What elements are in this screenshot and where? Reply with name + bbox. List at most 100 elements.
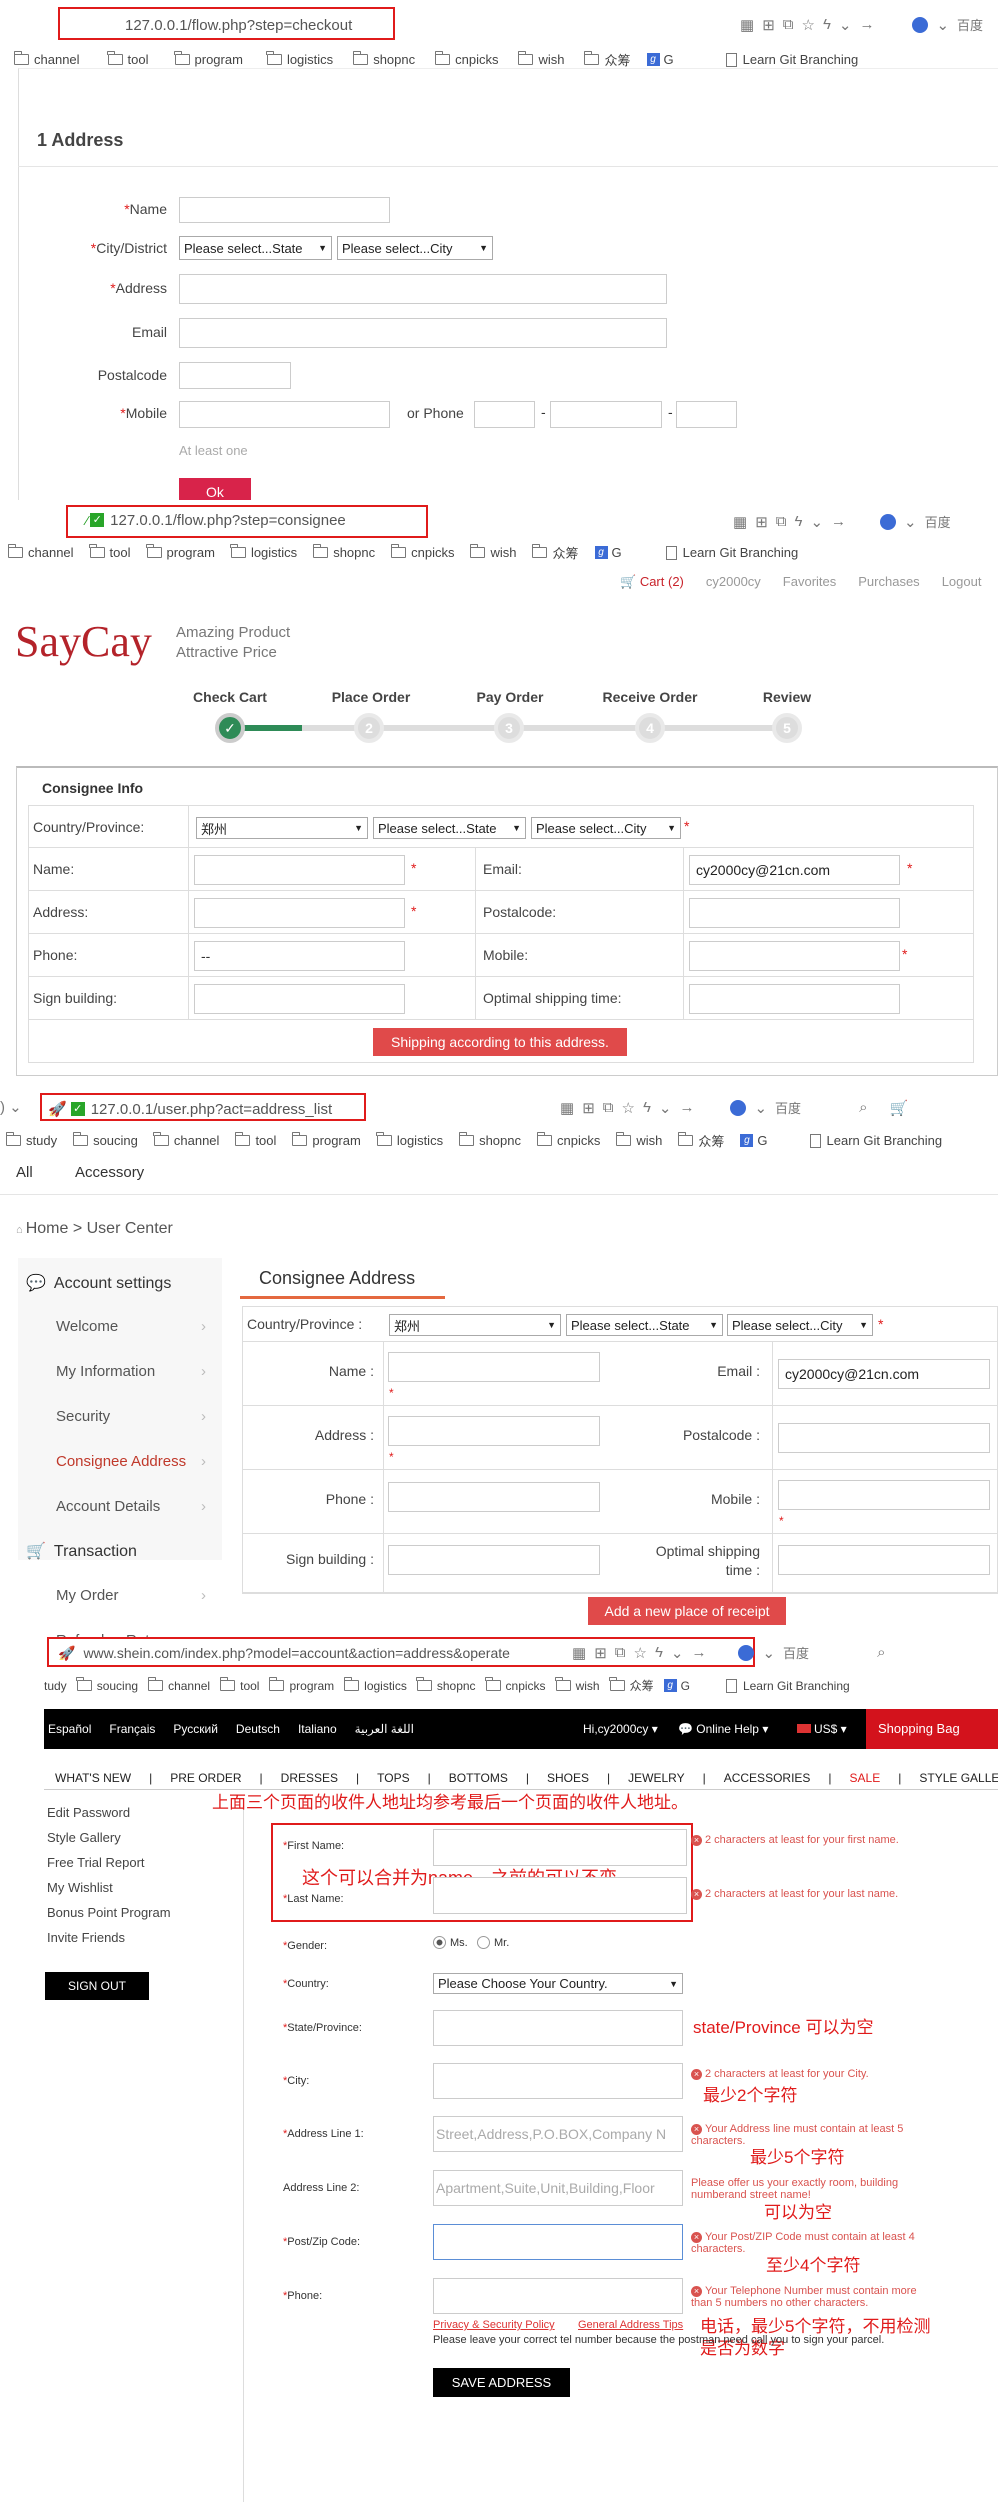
city-select[interactable]: Please select...City (337, 236, 493, 260)
name-input[interactable] (194, 855, 405, 885)
bookmark-tool[interactable]: tool (107, 51, 149, 67)
bookmark-tool[interactable]: tool (89, 544, 131, 560)
menu-pre-order[interactable]: PRE ORDER (170, 1771, 241, 1785)
forward-icon[interactable]: → (691, 1644, 706, 1661)
bookmark-logistics[interactable]: logistics (343, 1677, 407, 1693)
menu-jewelry[interactable]: JEWELRY (628, 1771, 684, 1785)
state-select[interactable]: Please select...State (373, 817, 526, 839)
bookmark-logistics[interactable]: logistics (376, 1132, 443, 1148)
phone-number-input[interactable] (550, 401, 662, 428)
postal-input[interactable] (179, 362, 291, 389)
zip-input[interactable] (433, 2224, 683, 2260)
sidebar-item-security[interactable]: Security › (56, 1408, 206, 1425)
account-menu[interactable]: Hi,cy2000cy ▾ (583, 1722, 658, 1736)
bookmark-tool[interactable]: tool (219, 1677, 259, 1693)
bolt-icon[interactable]: ϟ (655, 1644, 663, 1661)
chevron-down-icon[interactable]: ⌄ (839, 16, 852, 34)
bookmark-learn-git[interactable]: Learn Git Branching (725, 1678, 850, 1693)
bookmark-g[interactable]: gG (663, 1679, 690, 1693)
sidebar-item-consignee-address[interactable]: Consignee Address › (56, 1453, 206, 1470)
menu-dresses[interactable]: DRESSES (281, 1771, 338, 1785)
online-help[interactable]: 💬 Online Help ▾ (678, 1722, 768, 1736)
state-select[interactable]: Please select...State (179, 236, 332, 260)
state-select[interactable]: Please select...State (566, 1314, 723, 1336)
bookmark-g[interactable]: gG (594, 545, 622, 560)
country-select[interactable]: Please Choose Your Country. (433, 1973, 683, 1994)
search-engine-icon[interactable] (730, 1099, 747, 1116)
qr-icon[interactable]: ▦ (740, 16, 754, 34)
chevron-down-icon[interactable]: ⌄ (671, 1644, 684, 1662)
bookmark-zhongchou[interactable]: 众筹 (609, 1677, 654, 1694)
bookmark-cnpicks[interactable]: cnpicks (485, 1677, 546, 1693)
mobile-input[interactable] (179, 401, 390, 428)
reader-icon[interactable]: ⊞ (755, 513, 768, 531)
chevron-down-icon[interactable]: ⌄ (754, 1099, 767, 1117)
star-icon[interactable]: ☆ (621, 1099, 634, 1117)
star-icon[interactable]: ☆ (633, 1644, 646, 1662)
bookmark-study[interactable]: tudy (44, 1679, 67, 1693)
sign-building-input[interactable] (194, 984, 405, 1014)
sidebar-item-welcome[interactable]: Welcome › (56, 1318, 206, 1335)
bookmark-shopnc[interactable]: shopnc (416, 1677, 476, 1693)
cart-link[interactable]: 🛒 Cart (2) (620, 574, 684, 590)
state-input[interactable] (433, 2010, 683, 2046)
menu-tops[interactable]: TOPS (377, 1771, 409, 1785)
add-address-button[interactable]: Add a new place of receipt (588, 1597, 786, 1625)
address-line1-input[interactable]: Street,Address,P.O.BOX,Company N (433, 2116, 683, 2152)
bolt-icon[interactable]: ϟ (823, 16, 831, 33)
bookmark-program[interactable]: program (268, 1677, 334, 1693)
reader-icon[interactable]: ⊞ (762, 16, 775, 34)
name-input[interactable] (388, 1352, 600, 1382)
bookmark-wish[interactable]: wish (469, 544, 516, 560)
last-name-input[interactable] (433, 1877, 687, 1914)
bookmark-soucing[interactable]: soucing (76, 1677, 138, 1693)
search-icon[interactable]: ⌕ (859, 1099, 867, 1116)
sidebar-item-my-order[interactable]: My Order › (56, 1587, 206, 1604)
side-link-invite[interactable]: Invite Friends (47, 1930, 125, 1945)
side-link-bonus[interactable]: Bonus Point Program (47, 1905, 171, 1920)
phone-ext-input[interactable] (676, 401, 737, 428)
bookmark-wish[interactable]: wish (615, 1132, 662, 1148)
lang-ar[interactable]: اللغة العربية (355, 1722, 414, 1736)
address-input[interactable] (194, 898, 405, 928)
breadcrumb-text[interactable]: Home > User Center (26, 1220, 173, 1237)
lang-fr[interactable]: Français (109, 1722, 155, 1736)
back-chevron[interactable]: ) ⌄ (0, 1098, 22, 1116)
screenshot-icon[interactable]: ⧉ (776, 513, 787, 530)
lang-it[interactable]: Italiano (298, 1722, 337, 1736)
address-line2-input[interactable]: Apartment,Suite,Unit,Building,Floor (433, 2170, 683, 2206)
search-icon[interactable]: ⌕ (877, 1644, 885, 1661)
menu-shoes[interactable]: SHOES (547, 1771, 589, 1785)
save-address-button[interactable]: SAVE ADDRESS (433, 2368, 570, 2397)
bookmark-wish[interactable]: wish (555, 1677, 600, 1693)
city-input[interactable] (433, 2063, 683, 2099)
screenshot-icon[interactable]: ⧉ (603, 1099, 614, 1116)
address-input[interactable] (388, 1416, 600, 1446)
shipping-button[interactable]: Shipping according to this address. (373, 1028, 627, 1056)
bookmark-channel[interactable]: channel (7, 544, 74, 560)
side-link-free-trial[interactable]: Free Trial Report (47, 1855, 145, 1870)
bookmark-zhongchou[interactable]: 众筹 (583, 50, 631, 69)
qr-icon[interactable]: ▦ (733, 513, 747, 531)
logout-link[interactable]: Logout (942, 574, 982, 590)
postal-input[interactable] (778, 1423, 990, 1453)
bookmark-learn-git[interactable]: Learn Git Branching (809, 1133, 942, 1148)
email-input[interactable]: cy2000cy@21cn.com (778, 1359, 990, 1389)
bolt-icon[interactable]: ϟ (643, 1099, 651, 1116)
address-tips-link[interactable]: General Address Tips (578, 2319, 683, 2331)
chevron-down-icon[interactable]: ⌄ (762, 1644, 775, 1662)
gender-ms-radio[interactable]: Ms. (433, 1936, 468, 1949)
first-name-input[interactable] (433, 1829, 687, 1866)
purchases-link[interactable]: Purchases (858, 574, 919, 590)
country-select[interactable]: 郑州 (196, 817, 368, 839)
forward-icon[interactable]: → (679, 1099, 694, 1116)
search-engine-icon[interactable] (912, 16, 929, 33)
sign-out-button[interactable]: SIGN OUT (45, 1972, 149, 2000)
name-input[interactable] (179, 197, 390, 223)
menu-accessories[interactable]: ACCESSORIES (724, 1771, 811, 1785)
side-link-wishlist[interactable]: My Wishlist (47, 1880, 113, 1895)
bookmark-learn-git[interactable]: Learn Git Branching (725, 52, 858, 67)
site-logo[interactable]: SayCay (15, 616, 152, 667)
sidebar-item-my-information[interactable]: My Information › (56, 1363, 206, 1380)
bookmark-program[interactable]: program (291, 1132, 361, 1148)
